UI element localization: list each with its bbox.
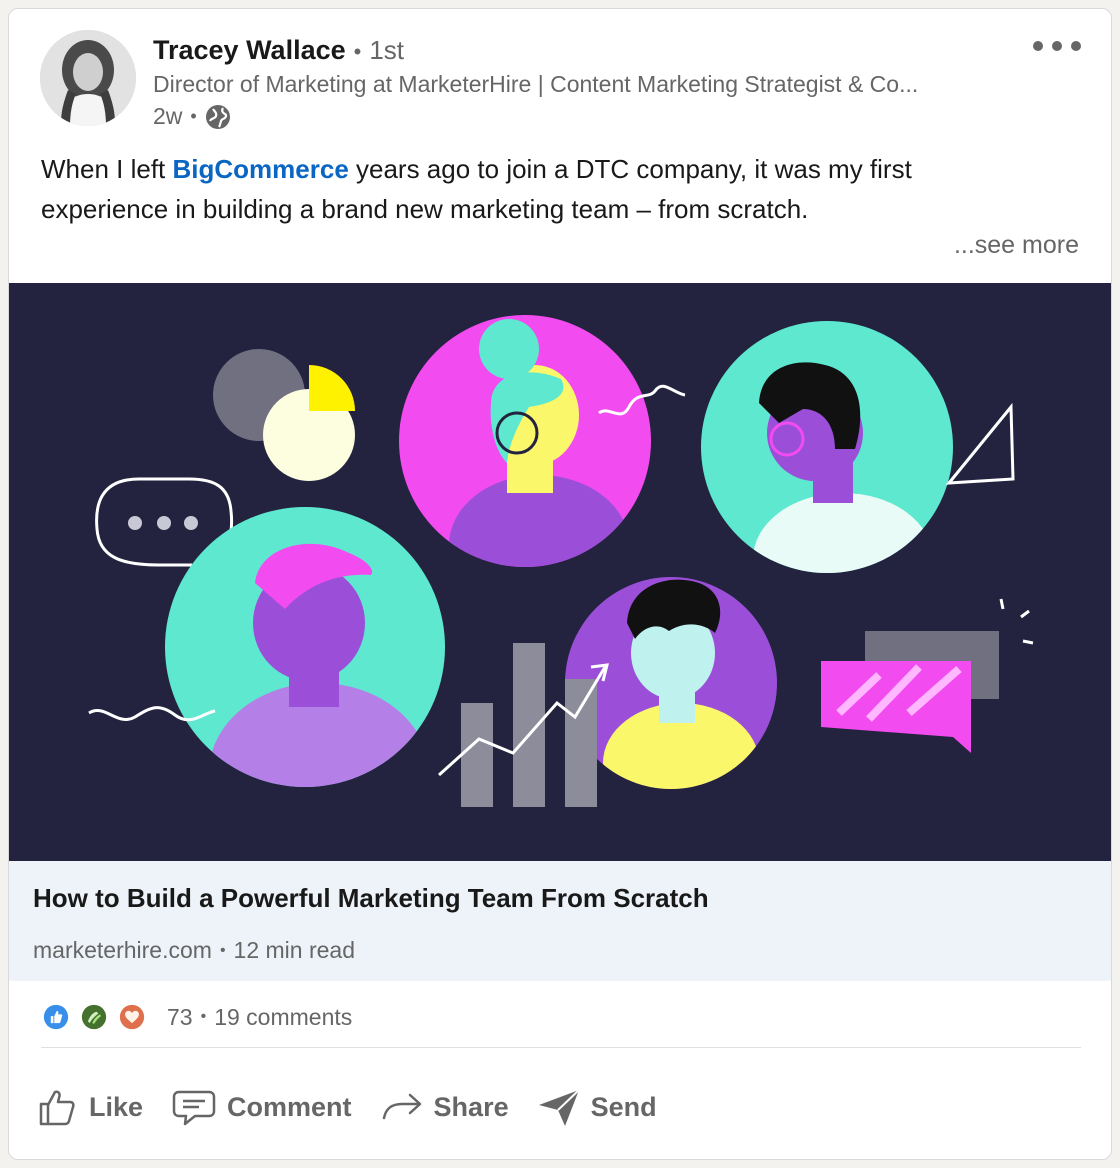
globe-icon [205,104,230,129]
post-meta: 2w • [153,103,231,130]
more-options-button[interactable] [1033,33,1081,59]
share-button[interactable]: Share [380,1086,509,1128]
feed-post-card: Tracey Wallace • 1st Director of Marketi… [8,8,1112,1160]
post-text-part1: When I left [41,154,173,184]
article-hero-image[interactable] [9,283,1111,861]
like-button[interactable]: Like [37,1086,143,1128]
separator-dot: • [190,106,197,126]
post-actions-bar: Like Comment Share Send [37,1077,685,1137]
divider [41,1047,1081,1048]
post-header: Tracey Wallace • 1st Director of Marketi… [9,9,1111,149]
separator-dot: • [200,1008,207,1025]
comments-count[interactable]: 19 comments [214,1004,352,1031]
reaction-icons [41,1002,155,1032]
company-mention-link[interactable]: BigCommerce [173,154,349,184]
more-dot [1071,41,1081,51]
share-arrow-icon [382,1093,421,1120]
article-source: marketerhire.com • 12 min read [33,937,355,964]
avatar[interactable] [40,30,136,126]
comment-button[interactable]: Comment [171,1086,352,1128]
profile-photo [40,30,136,126]
author-name[interactable]: Tracey Wallace [153,35,346,66]
social-counts[interactable]: 73 • 19 comments [41,999,352,1035]
counts-text: 73 • 19 comments [167,1004,352,1031]
author-name-row: Tracey Wallace • 1st [153,35,404,66]
article-title[interactable]: How to Build a Powerful Marketing Team F… [33,883,709,914]
see-more-link[interactable]: ...see more [954,231,1079,260]
more-dot [1052,41,1062,51]
post-body-text: When I left BigCommerce years ago to joi… [41,149,1041,229]
like-label: Like [89,1091,144,1122]
celebrate-icon [79,1002,109,1032]
reactions-count[interactable]: 73 [167,1004,193,1031]
author-headline: Director of Marketing at MarketerHire | … [153,71,919,97]
separator-dot: • [219,941,226,959]
thumbs-up-icon [39,1090,75,1126]
comment-label: Comment [227,1091,352,1122]
like-icon [41,1002,71,1032]
send-button[interactable]: Send [537,1086,657,1128]
more-dot [1033,41,1043,51]
team-illustration [9,283,1111,861]
post-time: 2w [153,103,183,129]
article-preview[interactable]: How to Build a Powerful Marketing Team F… [9,861,1111,981]
article-domain: marketerhire.com [33,937,212,963]
love-icon [117,1002,147,1032]
article-read-time: 12 min read [233,937,356,963]
send-label: Send [590,1091,657,1122]
send-icon [538,1089,580,1126]
connection-degree: 1st [369,35,405,65]
comment-icon [172,1090,216,1126]
separator-dot: • [353,39,362,64]
share-label: Share [433,1091,509,1122]
